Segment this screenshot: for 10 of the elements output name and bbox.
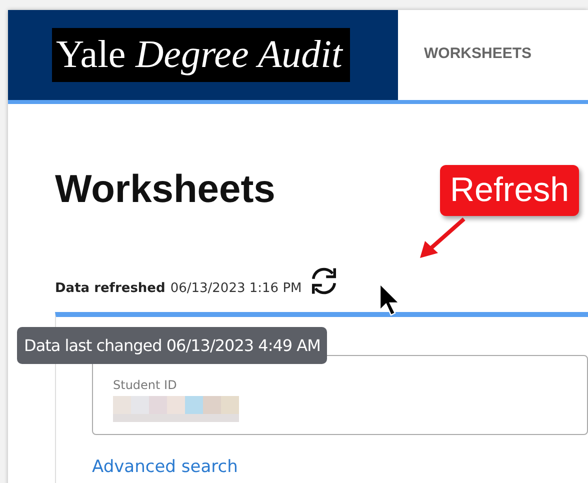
logo[interactable]: Yale Degree Audit [52, 28, 350, 82]
page-title: Worksheets [55, 168, 276, 212]
refresh-label: Data refreshed [55, 280, 166, 296]
nav-tab[interactable]: WORKSHEETS [414, 37, 542, 73]
student-id-field[interactable]: Student ID [92, 355, 588, 435]
refresh-callout: Refresh [440, 165, 580, 216]
advanced-search-link[interactable]: Advanced search [92, 457, 238, 477]
tooltip: Data last changed 06/13/2023 4:49 AM [17, 327, 328, 364]
refresh-time: 06/13/2023 1:16 PM [170, 280, 302, 296]
callout-arrow [420, 218, 466, 258]
